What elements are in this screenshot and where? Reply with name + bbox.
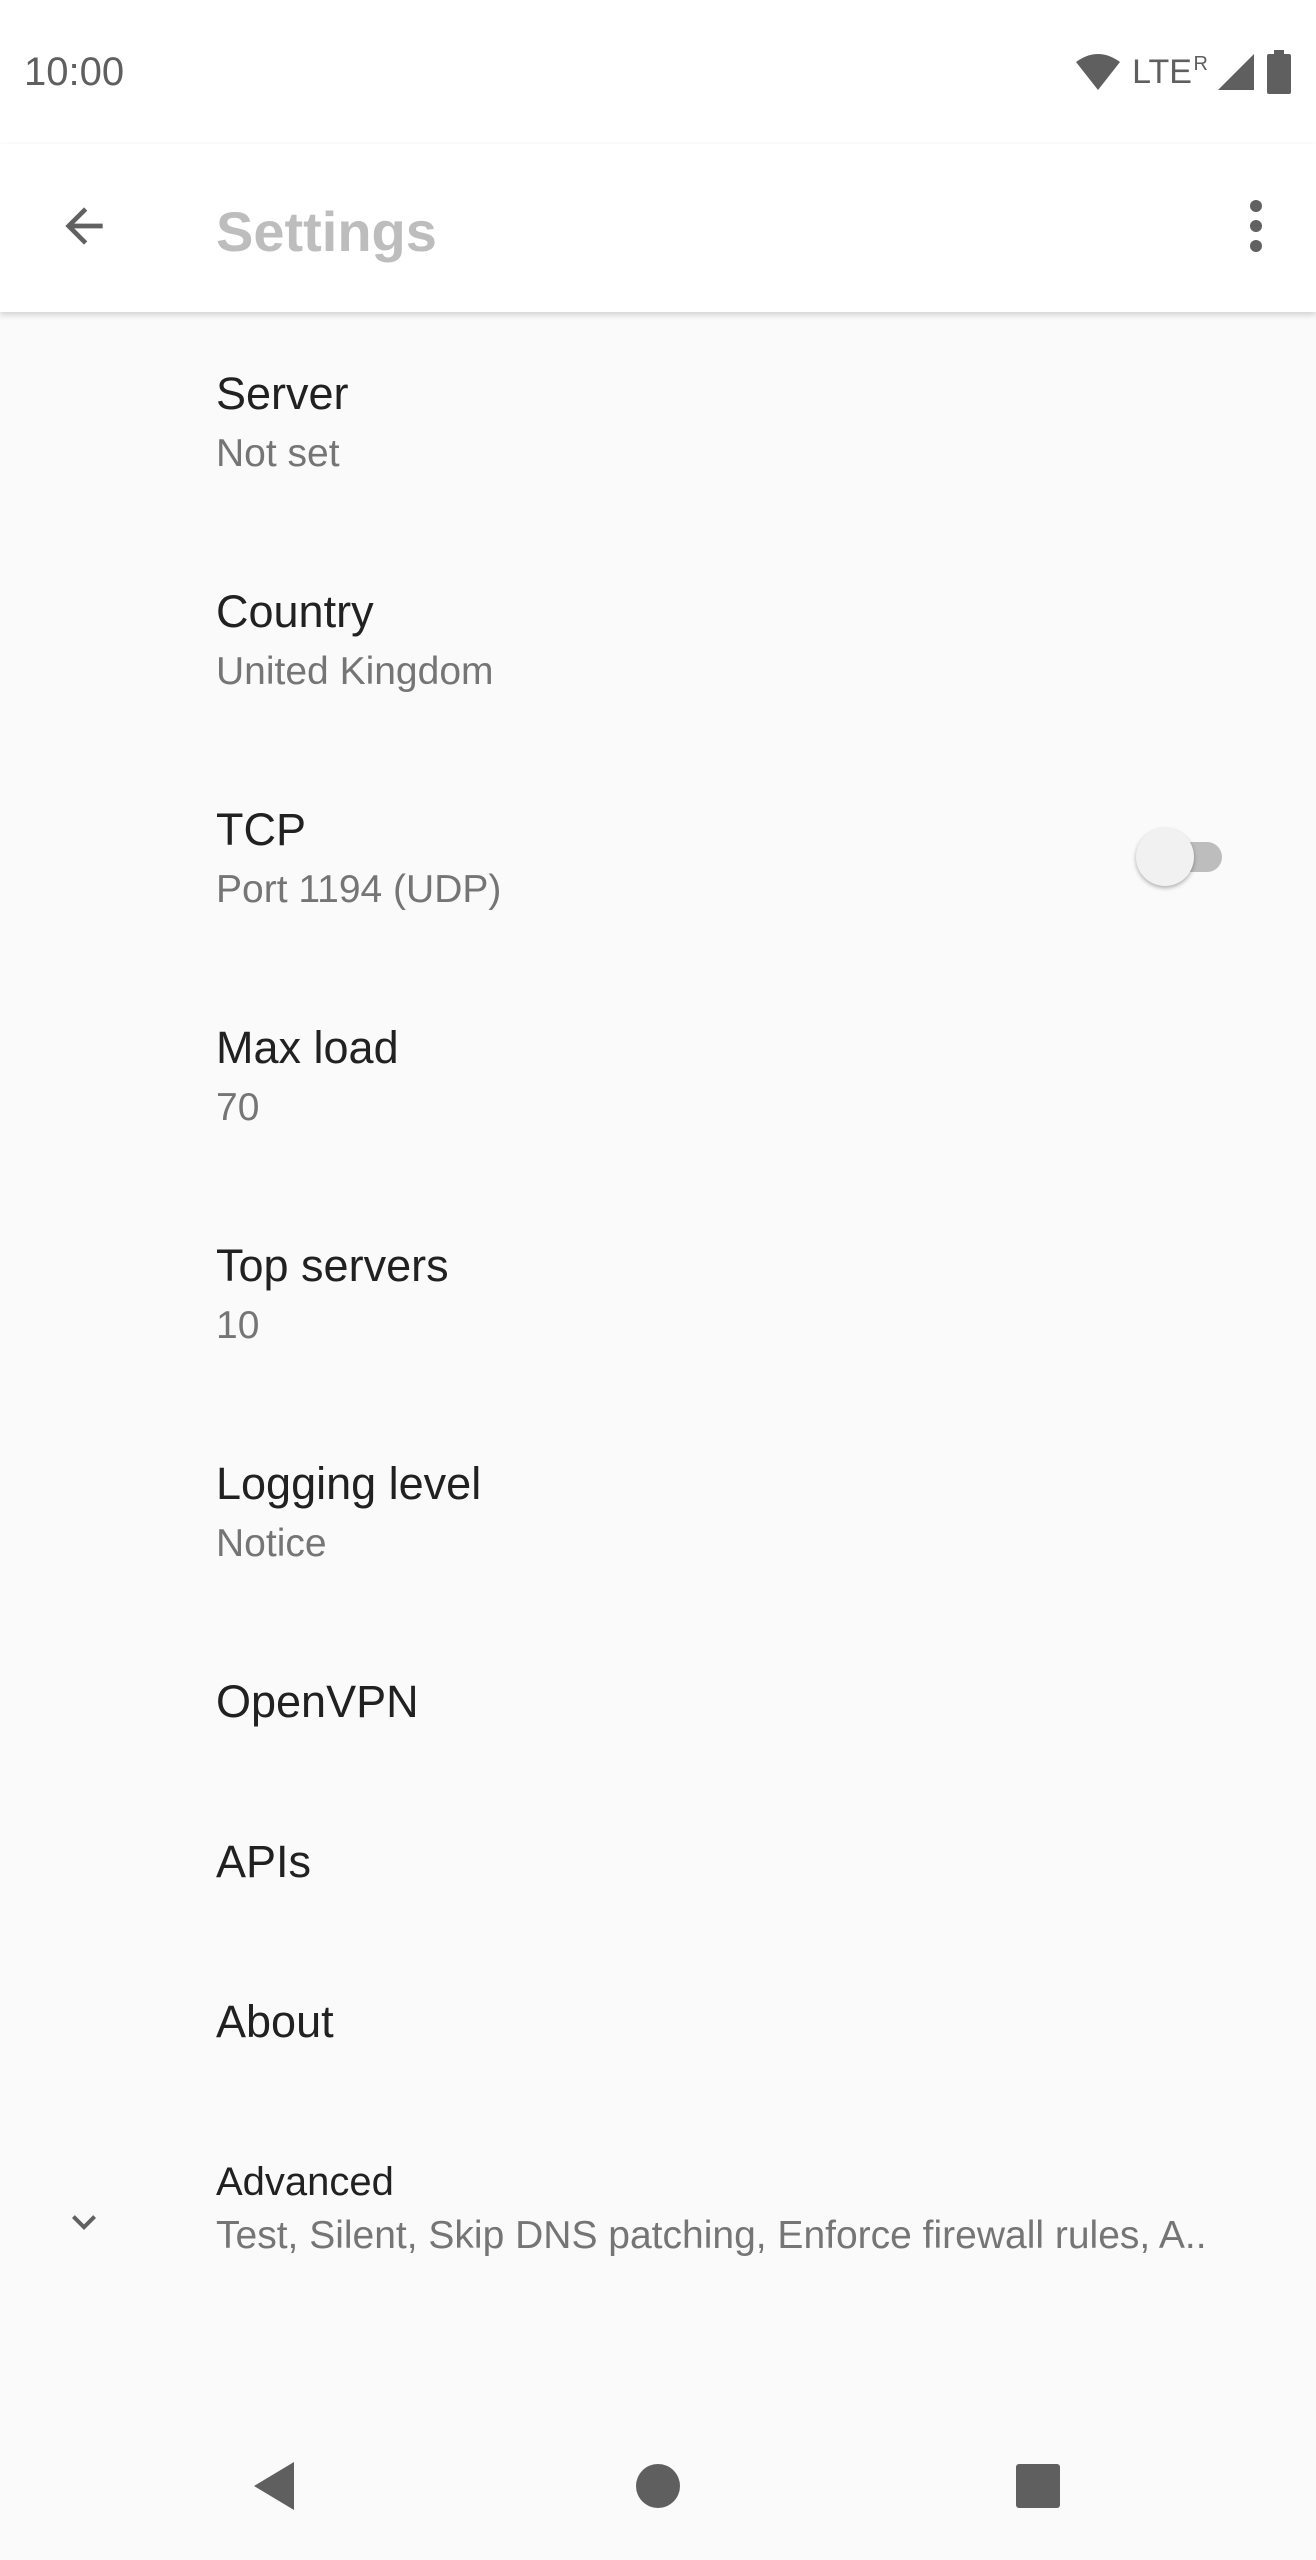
- pref-summary: Test, Silent, Skip DNS patching, Enforce…: [216, 2214, 1207, 2257]
- page-title: Settings: [216, 200, 437, 263]
- arrow-back-icon: [56, 198, 112, 259]
- status-time: 10:00: [24, 50, 125, 94]
- settings-screen: 10:00 LTE R Settings Server Not set Coun…: [0, 0, 1316, 2560]
- more-vert-icon: [1248, 198, 1264, 259]
- nav-home-button[interactable]: [610, 2440, 706, 2536]
- pref-summary: Not set: [216, 432, 340, 475]
- chevron-down-icon: [52, 2190, 116, 2254]
- pref-title: Max load: [216, 1022, 399, 1073]
- app-bar: Settings: [0, 144, 1316, 312]
- pref-title: OpenVPN: [216, 1676, 419, 1727]
- pref-top-servers[interactable]: Top servers 10: [0, 1184, 1316, 1402]
- nav-recents-button[interactable]: [990, 2440, 1086, 2536]
- status-icons: LTE R: [1074, 46, 1292, 98]
- network-type: LTE R: [1132, 52, 1208, 92]
- pref-summary: United Kingdom: [216, 650, 494, 693]
- pref-tcp[interactable]: TCP Port 1194 (UDP): [0, 748, 1316, 966]
- pref-title: Top servers: [216, 1240, 449, 1291]
- pref-summary: Notice: [216, 1522, 327, 1565]
- pref-title: About: [216, 1996, 334, 2047]
- battery-icon: [1266, 50, 1292, 94]
- network-label: LTE: [1132, 53, 1192, 91]
- tcp-switch[interactable]: [1136, 826, 1236, 886]
- home-circle-icon: [635, 2463, 681, 2514]
- pref-apis[interactable]: APIs: [0, 1780, 1316, 1940]
- pref-logging-level[interactable]: Logging level Notice: [0, 1402, 1316, 1620]
- wifi-icon: [1074, 52, 1122, 92]
- pref-summary: 10: [216, 1304, 260, 1347]
- pref-title: TCP: [216, 804, 306, 855]
- status-bar: 10:00 LTE R: [0, 0, 1316, 144]
- back-button[interactable]: [40, 184, 128, 272]
- roaming-label: R: [1193, 53, 1208, 75]
- pref-summary: 70: [216, 1086, 260, 1129]
- back-triangle-icon: [250, 2460, 298, 2517]
- signal-icon: [1216, 52, 1256, 92]
- pref-title: APIs: [216, 1836, 312, 1887]
- pref-title: Country: [216, 586, 374, 637]
- pref-advanced[interactable]: Advanced Test, Silent, Skip DNS patching…: [0, 2100, 1316, 2318]
- pref-server[interactable]: Server Not set: [0, 312, 1316, 530]
- switch-thumb: [1136, 828, 1194, 886]
- pref-summary: Port 1194 (UDP): [216, 868, 502, 911]
- pref-country[interactable]: Country United Kingdom: [0, 530, 1316, 748]
- pref-title: Advanced: [216, 2160, 394, 2204]
- pref-about[interactable]: About: [0, 1940, 1316, 2100]
- navigation-bar: [0, 2416, 1316, 2560]
- recents-square-icon: [1015, 2463, 1061, 2514]
- pref-max-load[interactable]: Max load 70: [0, 966, 1316, 1184]
- pref-title: Logging level: [216, 1458, 482, 1509]
- nav-back-button[interactable]: [226, 2440, 322, 2536]
- pref-title: Server: [216, 368, 349, 419]
- overflow-menu-button[interactable]: [1220, 184, 1292, 272]
- pref-openvpn[interactable]: OpenVPN: [0, 1620, 1316, 1780]
